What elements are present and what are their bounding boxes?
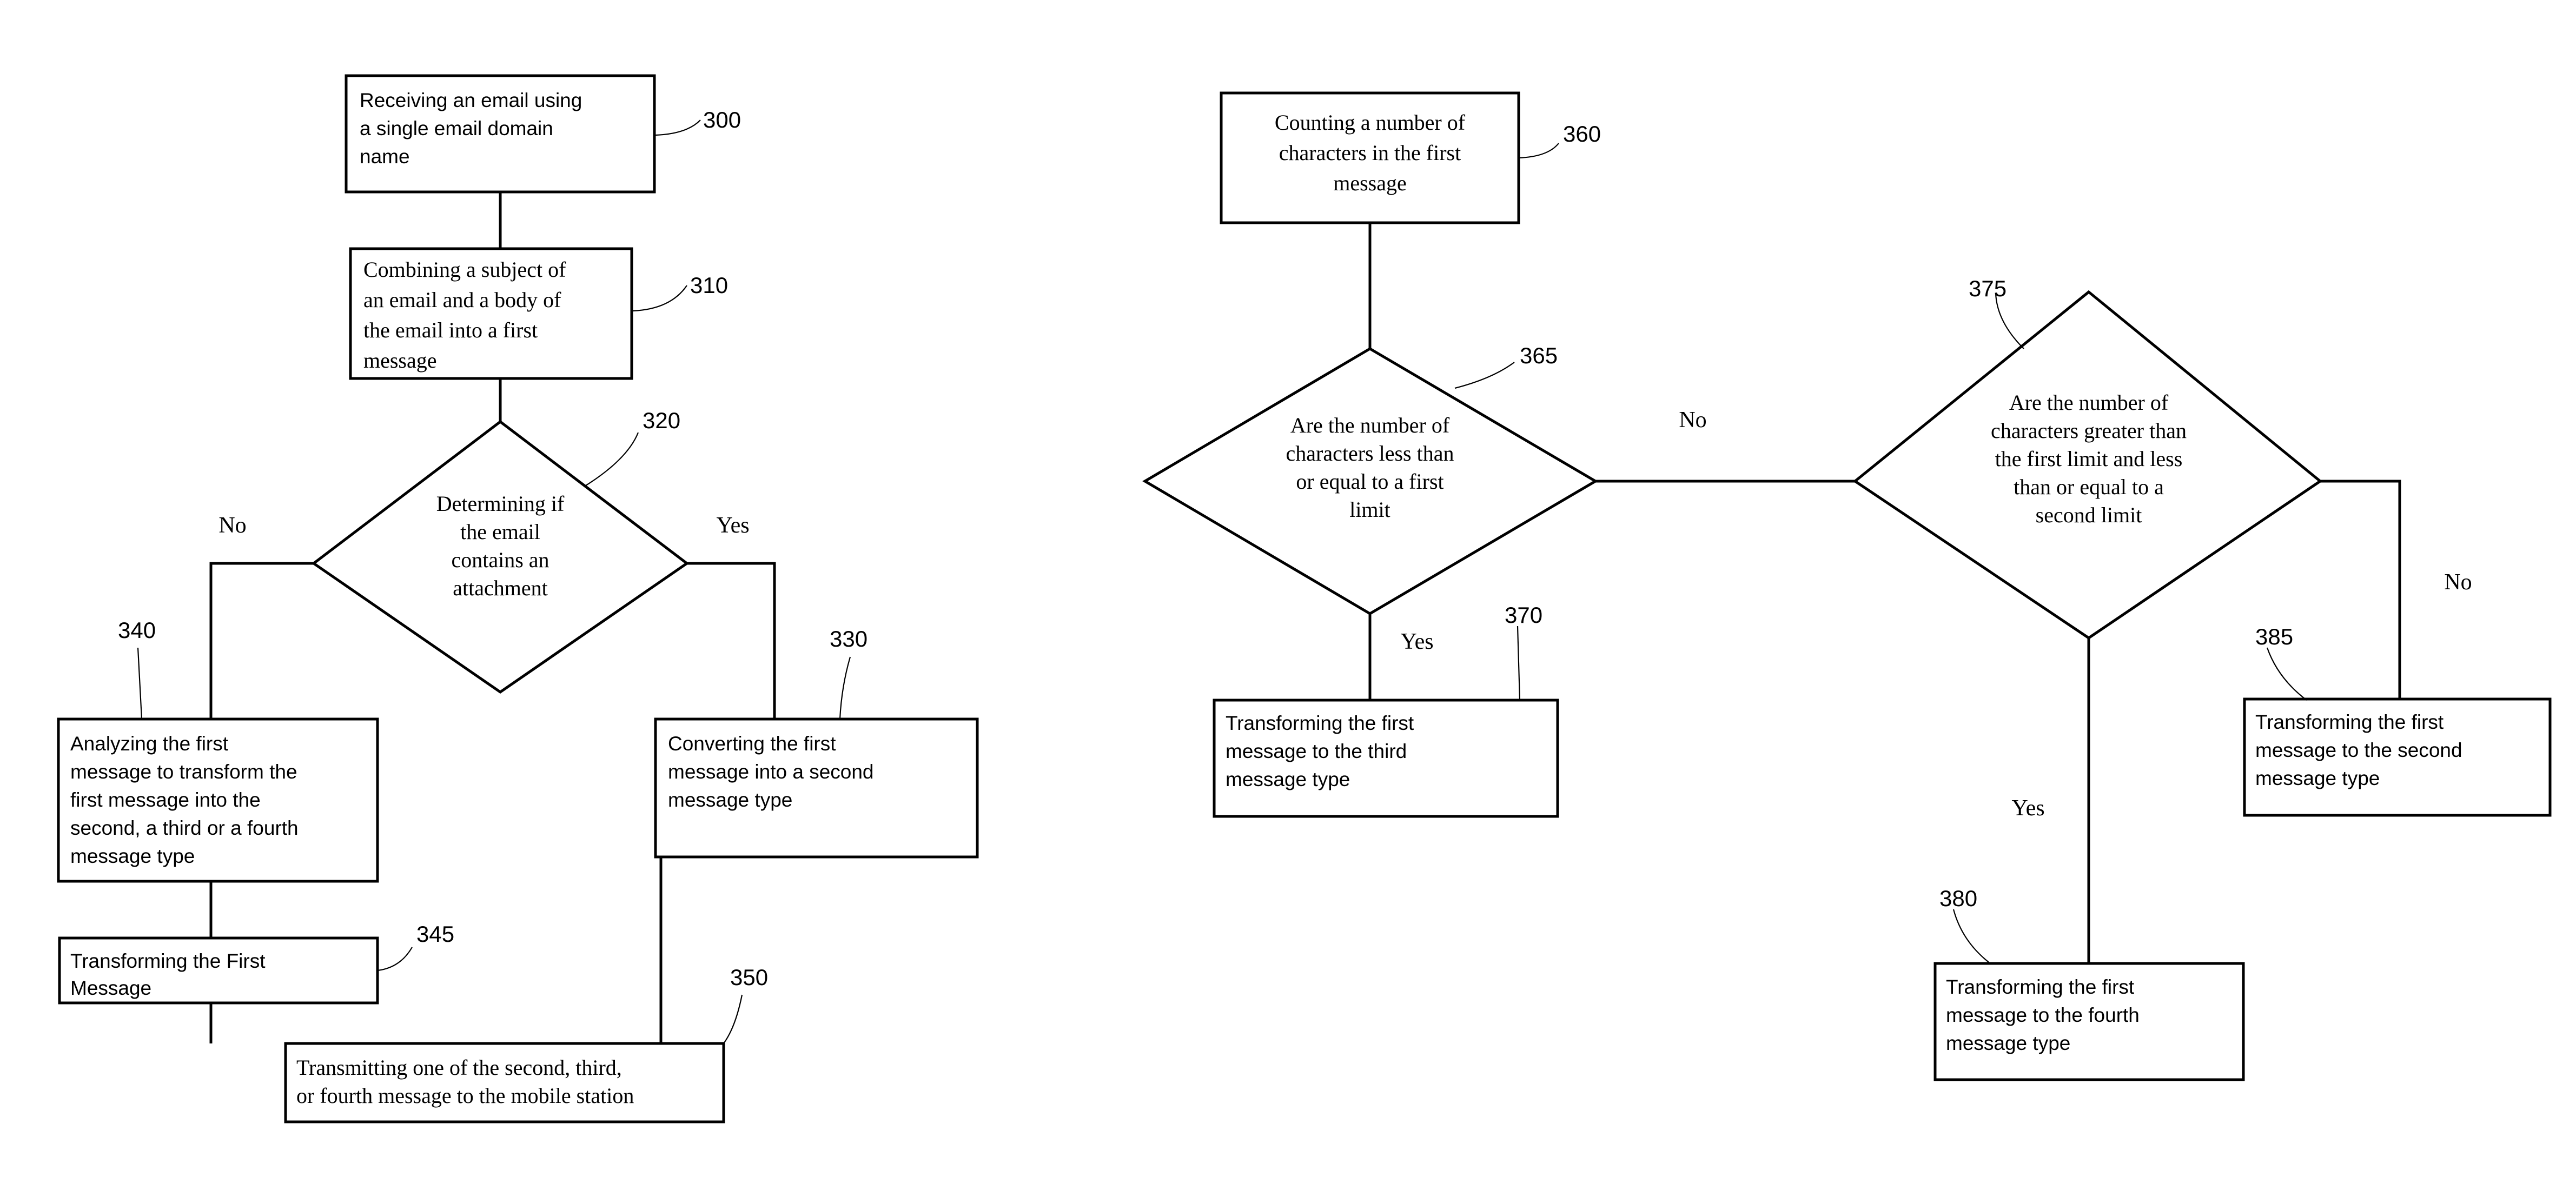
leader-330	[839, 656, 851, 720]
right-connectors	[1368, 223, 2401, 963]
leader-345	[377, 947, 413, 972]
node-310-box	[349, 247, 633, 380]
connector-375-no-to-385	[2320, 480, 2401, 699]
node-320-diamond	[311, 420, 690, 694]
node-385-box	[2243, 697, 2552, 817]
leader-320	[584, 432, 639, 487]
connector-320-no-to-340	[209, 562, 314, 719]
leader-365	[1454, 362, 1515, 389]
connector-320-yes-to-330	[687, 562, 776, 719]
node-345-box	[58, 936, 379, 1005]
node-330-box	[654, 717, 979, 859]
flowchart-canvas	[57, 74, 2552, 1123]
leader-370	[1517, 626, 1521, 701]
node-300-box	[345, 74, 656, 194]
node-365-diamond	[1142, 347, 1598, 615]
leader-300	[654, 119, 701, 136]
node-350-box	[284, 1042, 725, 1123]
leader-385	[2266, 647, 2307, 701]
leader-375	[1995, 292, 2024, 349]
node-375-diamond	[1852, 290, 2323, 640]
node-340-box	[57, 717, 379, 883]
node-370-box	[1213, 699, 1559, 818]
leader-310	[632, 285, 687, 312]
flowchart-page: Receiving an email using a single email …	[0, 0, 2576, 1197]
node-380-box	[1933, 962, 2245, 1081]
leader-350	[723, 994, 743, 1044]
node-360-box	[1220, 91, 1520, 224]
leader-360	[1518, 143, 1559, 159]
leader-340	[137, 647, 143, 720]
leader-380	[1952, 909, 1991, 964]
